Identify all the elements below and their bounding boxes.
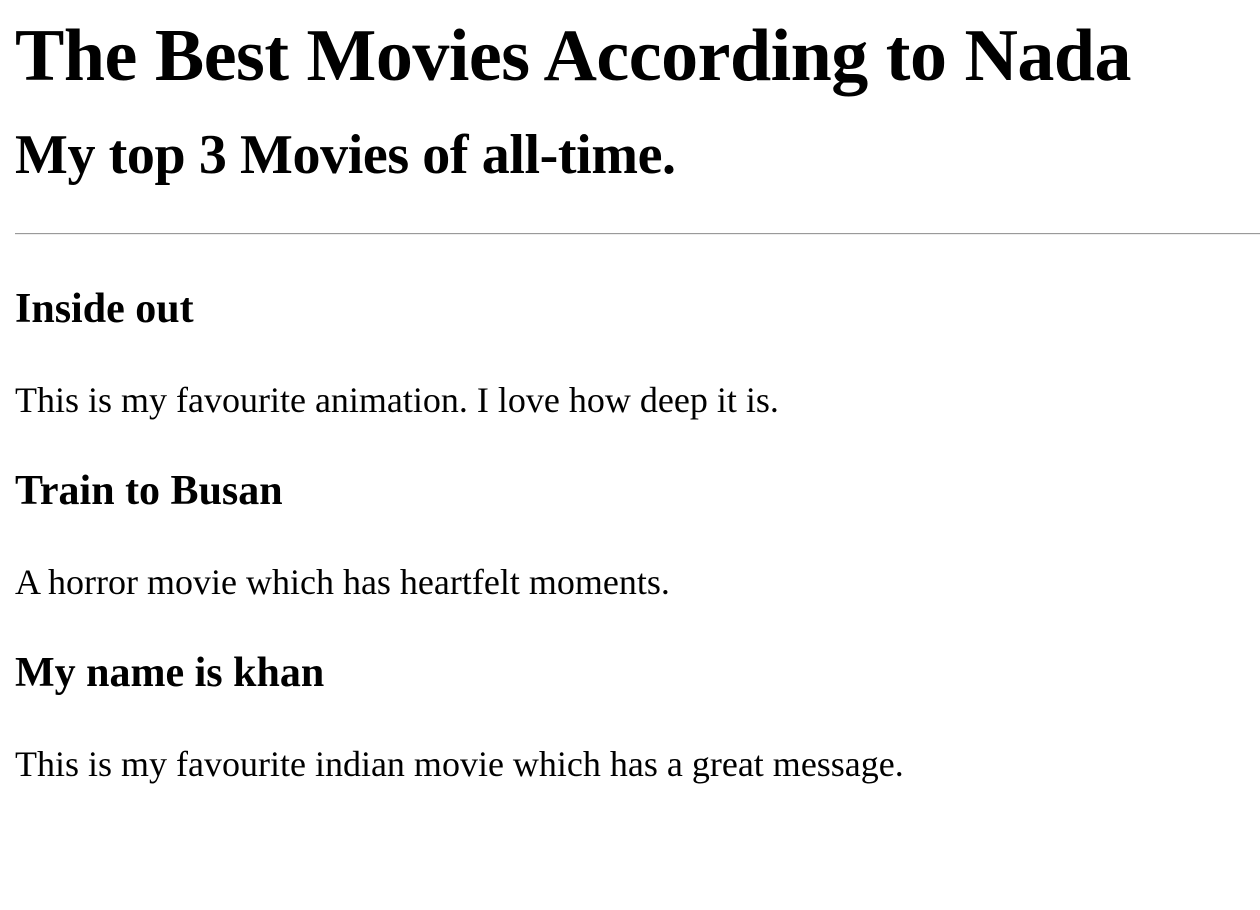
divider — [15, 233, 1260, 235]
movie-description-my-name-is-khan: This is my favourite indian movie which … — [15, 744, 904, 784]
movie-list: Inside out This is my favourite animatio… — [15, 285, 1260, 785]
movie-title-inside-out: Inside out — [15, 286, 194, 332]
page-subtitle: My top 3 Movies of all-time. — [15, 124, 676, 186]
movie-title-my-name-is-khan: My name is khan — [15, 650, 325, 696]
movie-description-inside-out: This is my favourite animation. I love h… — [15, 380, 779, 420]
movie-title-train-to-busan: Train to Busan — [15, 468, 283, 514]
movie-description-train-to-busan: A horror movie which has heartfelt momen… — [15, 562, 670, 602]
page-title: The Best Movies According to Nada — [15, 15, 1132, 97]
page: The Best Movies According to Nada My top… — [0, 0, 1260, 910]
